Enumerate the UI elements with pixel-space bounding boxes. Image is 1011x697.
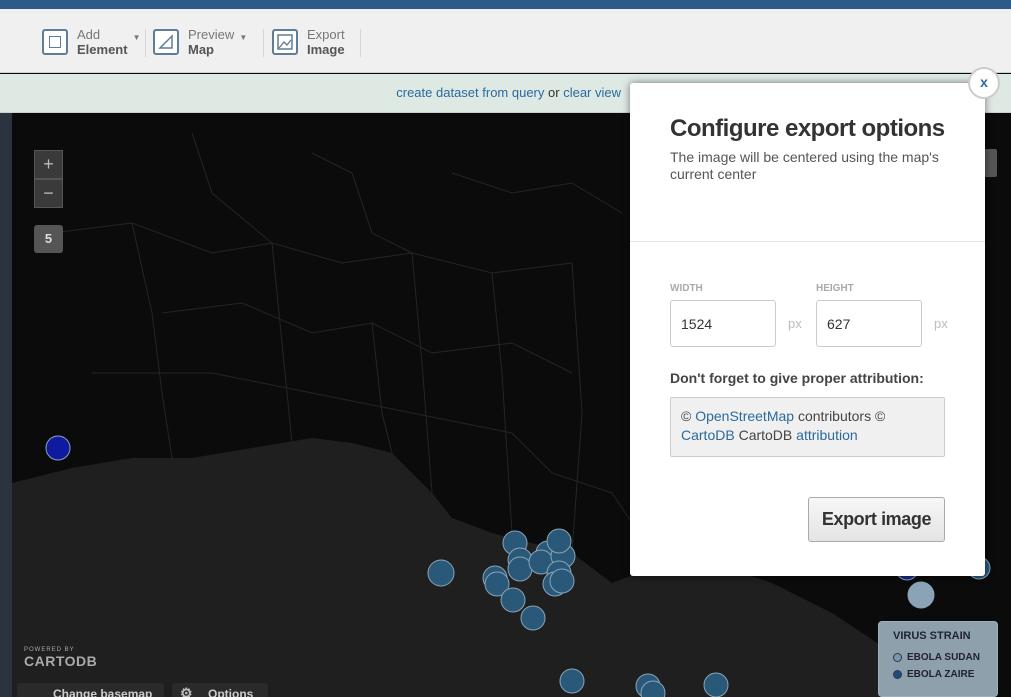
height-unit: px bbox=[934, 316, 948, 331]
add-element-icon bbox=[42, 29, 68, 55]
attribution-link[interactable]: attribution bbox=[796, 427, 857, 443]
attribution-middle: contributors © bbox=[794, 408, 886, 424]
attribution-box: © OpenStreetMap contributors © CartoDB C… bbox=[670, 397, 945, 457]
or-text: or bbox=[548, 85, 560, 100]
legend-item: EBOLA ZAIRE bbox=[893, 669, 997, 680]
add-element-label-1: Add bbox=[77, 27, 101, 42]
create-dataset-link[interactable]: create dataset from query bbox=[396, 85, 544, 100]
toolbar: Add Element ▼ Preview Map ▼ Export Image bbox=[0, 9, 1011, 73]
attribution-prefix: © bbox=[681, 408, 696, 424]
preview-map-label-2: Map bbox=[188, 42, 214, 57]
width-label: WIDTH bbox=[670, 283, 703, 294]
left-gutter bbox=[0, 113, 12, 697]
toolbar-divider bbox=[145, 29, 146, 57]
legend-swatch bbox=[893, 670, 902, 679]
toolbar-divider bbox=[263, 29, 264, 57]
export-image-label-2: Image bbox=[307, 42, 345, 57]
image-icon bbox=[272, 29, 298, 55]
width-input[interactable] bbox=[670, 300, 776, 347]
export-image-button[interactable]: Export Image bbox=[272, 25, 345, 59]
export-image-submit-button[interactable]: Export image bbox=[808, 497, 945, 542]
width-unit: px bbox=[788, 316, 802, 331]
chevron-down-icon: ▼ bbox=[239, 33, 248, 42]
width-field-group: WIDTH px bbox=[670, 283, 802, 347]
toolbar-divider bbox=[360, 29, 361, 57]
zoom-out-button[interactable]: − bbox=[34, 179, 63, 208]
dialog-header: Configure export options The image will … bbox=[630, 83, 985, 242]
cartodb-link[interactable]: CartoDB bbox=[681, 427, 735, 443]
preview-map-button[interactable]: Preview Map ▼ bbox=[153, 25, 247, 59]
legend-item: EBOLA SUDAN bbox=[893, 652, 997, 663]
top-strip bbox=[0, 0, 1011, 9]
dialog-title: Configure export options bbox=[670, 115, 945, 142]
gear-icon: ⚙ bbox=[180, 685, 193, 697]
export-image-label-1: Export bbox=[307, 27, 345, 42]
attribution-label: Don't forget to give proper attribution: bbox=[670, 370, 924, 386]
dialog-subtitle: The image will be centered using the map… bbox=[670, 149, 939, 182]
chevron-down-icon: ▼ bbox=[132, 33, 141, 42]
attribution-carto-text: CartoDB bbox=[734, 427, 797, 443]
legend-title: VIRUS STRAIN bbox=[893, 630, 971, 642]
legend-label: EBOLA ZAIRE bbox=[907, 669, 975, 680]
add-element-label-2: Element bbox=[77, 42, 128, 57]
preview-map-label-1: Preview bbox=[188, 27, 235, 42]
options-button[interactable]: ⚙ Options bbox=[172, 683, 268, 697]
height-field-group: HEIGHT px bbox=[816, 283, 948, 347]
close-dialog-button[interactable]: x bbox=[968, 67, 1000, 99]
preview-map-icon bbox=[153, 29, 179, 55]
options-label: Options bbox=[208, 687, 254, 697]
cartodb-logo: POWERED BY CARTODB bbox=[24, 647, 97, 671]
clear-view-link[interactable]: clear view bbox=[563, 85, 621, 100]
legend-swatch bbox=[893, 653, 902, 662]
change-basemap-button[interactable]: Change basemap bbox=[17, 683, 164, 697]
legend-label: EBOLA SUDAN bbox=[907, 652, 980, 663]
map-legend: VIRUS STRAIN EBOLA SUDAN EBOLA ZAIRE bbox=[878, 621, 998, 697]
export-options-dialog: Configure export options The image will … bbox=[630, 83, 985, 576]
height-input[interactable] bbox=[816, 300, 922, 347]
change-basemap-label: Change basemap bbox=[53, 687, 153, 697]
logo-cartodb: CARTODB bbox=[24, 653, 98, 669]
zoom-in-button[interactable]: + bbox=[34, 150, 63, 179]
zoom-level-badge: 5 bbox=[34, 225, 63, 253]
height-label: HEIGHT bbox=[816, 283, 854, 294]
add-element-button[interactable]: Add Element ▼ bbox=[42, 25, 141, 59]
openstreetmap-link[interactable]: OpenStreetMap bbox=[695, 408, 794, 424]
